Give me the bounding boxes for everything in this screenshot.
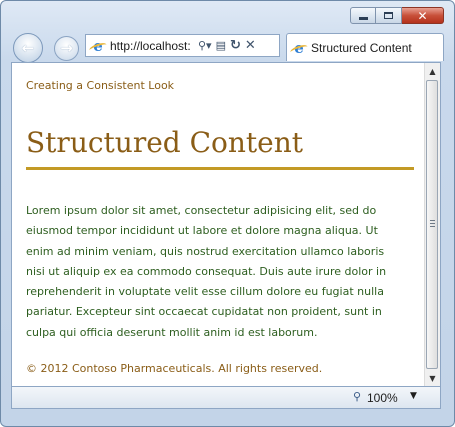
back-button[interactable]: ← [13,33,43,63]
tab-structured-content[interactable]: e Structured Content [286,33,444,61]
page-viewport: Creating a Consistent Look Structured Co… [11,62,441,387]
scroll-down-arrow-icon[interactable]: ▼ [425,370,440,386]
url-text[interactable]: http://localhost: [110,39,196,53]
status-bar: ⚲ 100% ▼ [11,387,441,409]
forward-arrow-icon: → [60,39,73,57]
zoom-icon[interactable]: ⚲ [353,390,361,403]
tab-title: Structured Content [311,40,412,55]
minimize-icon [358,17,368,20]
compatibility-view-icon[interactable]: ▤ [216,39,226,52]
minimize-button[interactable] [350,7,376,24]
site-name: Creating a Consistent Look [26,79,175,92]
browser-window: ✕ ← → e http://localhost: ⚲▾ ▤ ↻ ✕ e Str… [0,0,455,427]
body-paragraph: Lorem ipsum dolor sit amet, consectetur … [26,204,387,339]
zoom-dropdown-icon[interactable]: ▼ [410,391,417,401]
navigation-bar: ← → e http://localhost: ⚲▾ ▤ ↻ ✕ e Struc… [1,31,454,63]
maximize-icon [384,12,393,19]
vertical-scrollbar[interactable]: ▲ ▼ [424,63,440,386]
scroll-up-arrow-icon[interactable]: ▲ [425,63,440,79]
back-arrow-icon: ← [21,38,35,57]
zoom-level[interactable]: 100% [367,391,398,405]
address-bar[interactable]: e http://localhost: ⚲▾ ▤ ↻ ✕ [85,34,280,57]
forward-button[interactable]: → [54,36,79,61]
caption-buttons: ✕ [350,7,444,24]
stop-icon[interactable]: ✕ [245,39,256,52]
refresh-icon[interactable]: ↻ [230,39,241,52]
address-tools: ⚲▾ ▤ ↻ ✕ [198,39,256,52]
tab-ie-logo-icon: e [291,40,307,56]
scrollbar-thumb[interactable] [426,80,438,369]
close-button[interactable]: ✕ [402,7,444,24]
footer-text: © 2012 Contoso Pharmaceuticals. All righ… [26,362,323,375]
page-title: Structured Content [26,125,414,170]
page-content: Creating a Consistent Look Structured Co… [12,63,425,386]
maximize-button[interactable] [376,7,402,24]
scrollbar-grip-icon [430,220,435,228]
search-icon[interactable]: ⚲▾ [198,39,212,52]
close-icon: ✕ [417,8,428,23]
ie-logo-icon: e [90,38,106,54]
